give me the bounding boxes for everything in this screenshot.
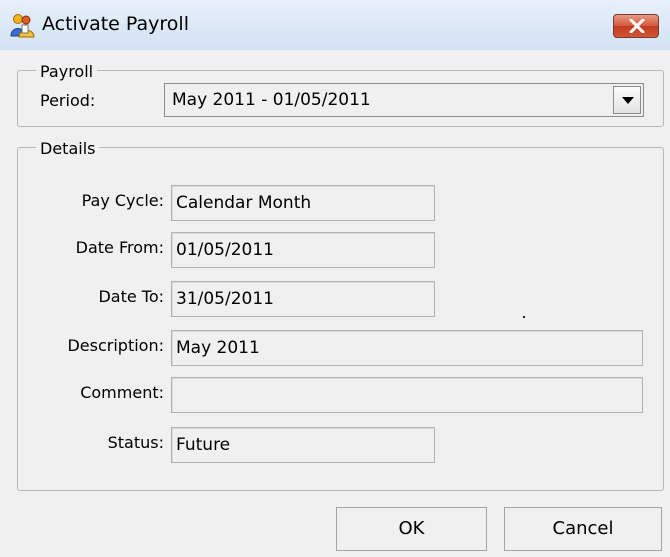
details-group-label: Details [36,140,100,158]
window-title: Activate Payroll [42,13,189,35]
stray-dot [523,316,525,318]
cancel-button[interactable]: Cancel [504,507,662,551]
date-from-field[interactable]: 01/05/2011 [171,232,435,268]
description-label: Description: [67,336,164,355]
payroll-people-icon [9,12,35,38]
date-from-label: Date From: [75,238,164,257]
dropdown-button[interactable] [613,86,641,114]
pay-cycle-label: Pay Cycle: [81,191,164,210]
payroll-period-value: May 2011 - 01/05/2011 [172,90,371,110]
pay-cycle-field[interactable]: Calendar Month [171,185,435,221]
status-field[interactable]: Future [171,427,435,463]
payroll-group-label: Payroll [36,63,98,81]
close-icon [629,19,645,33]
date-to-field[interactable]: 31/05/2011 [171,281,435,317]
comment-label: Comment: [80,383,164,402]
title-bar[interactable]: Activate Payroll [0,0,670,50]
description-field[interactable]: May 2011 [171,330,643,366]
payroll-period-select[interactable]: May 2011 - 01/05/2011 [164,83,644,117]
date-to-label: Date To: [98,287,164,306]
ok-button[interactable]: OK [336,507,487,551]
chevron-down-icon [622,97,634,104]
close-button[interactable] [613,14,659,38]
comment-field[interactable] [171,377,643,413]
period-label: Period: [40,91,96,110]
status-label: Status: [107,433,164,452]
